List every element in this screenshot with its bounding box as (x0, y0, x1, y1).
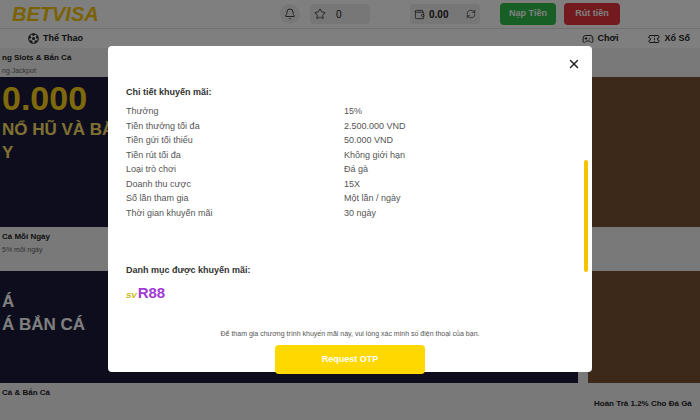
modal-content: Chi tiết khuyến mãi: Thưởng15%Tiền thưởng… (108, 46, 584, 305)
scrollbar[interactable] (584, 46, 588, 305)
modal-overlay[interactable]: Chi tiết khuyến mãi: Thưởng15%Tiền thưởng… (0, 0, 700, 420)
otp-note: Để tham gia chương trình khuyến mãi này,… (108, 329, 592, 338)
details-title: Chi tiết khuyến mãi: (126, 87, 584, 98)
close-button[interactable] (566, 56, 582, 72)
details-row: Loại trò chơiĐá gà (126, 162, 584, 177)
details-row: Tiền thưởng tối đa2.500.000 VND (126, 119, 584, 134)
close-icon (567, 57, 581, 71)
details-row: Thưởng15% (126, 104, 584, 119)
promo-modal: Chi tiết khuyến mãi: Thưởng15%Tiền thưởng… (108, 46, 592, 372)
details-table: Thưởng15%Tiền thưởng tối đa2.500.000 VND… (126, 104, 584, 220)
details-row: Doanh thu cược15X (126, 177, 584, 192)
details-row: Thời gian khuyến mãi30 ngày (126, 206, 584, 221)
request-otp-button[interactable]: Request OTP (275, 345, 425, 374)
details-row: Tiền gửi tối thiểu50.000 VND (126, 133, 584, 148)
category-title: Danh mục được khuyến mãi: (126, 265, 584, 276)
details-row: Số lần tham giaMột lần / ngày (126, 191, 584, 206)
page: BETVISA00.00Nạp TiềnRút tiềnThể ThaoChơi… (0, 0, 700, 420)
r88-logo[interactable]: SVR88 (126, 282, 165, 300)
scrollbar-thumb[interactable] (584, 160, 588, 272)
details-row: Tiền rút tối đaKhông giới hạn (126, 148, 584, 163)
